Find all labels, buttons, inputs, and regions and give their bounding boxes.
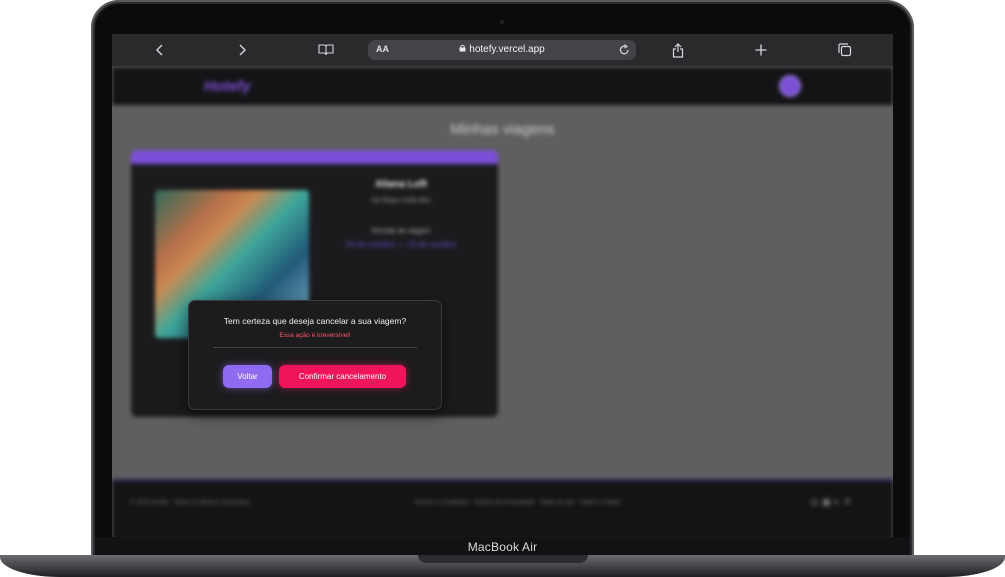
bookmarks-icon[interactable] xyxy=(316,40,336,60)
dialog-divider xyxy=(213,347,417,348)
confirm-cancel-button[interactable]: Confirmar cancelamento xyxy=(279,365,406,388)
hotel-name: Aliana Loft xyxy=(375,179,427,190)
reload-icon[interactable] xyxy=(619,43,630,61)
browser-toolbar: AA hotefy.vercel.app xyxy=(112,34,893,67)
period-dates: 16 de outubro — 19 de outubro xyxy=(345,240,457,249)
cancel-confirmation-dialog: Tem certeza que deseja cancelar a sua vi… xyxy=(188,300,442,410)
footer-copyright: © 2025 Hotefy · Todos os direitos reserv… xyxy=(130,500,251,506)
share-icon[interactable] xyxy=(668,40,688,60)
back-icon[interactable] xyxy=(150,40,170,60)
site-logo[interactable]: Hotefy xyxy=(204,78,251,95)
model-label: MacBook Air xyxy=(467,540,538,554)
forward-icon[interactable] xyxy=(232,40,252,60)
lock-icon xyxy=(459,44,466,55)
camera-icon xyxy=(500,20,504,24)
hotel-location: Sal Ótayyu Cidão Blos xyxy=(370,198,432,204)
dialog-warning: Essa ação é irreversível! xyxy=(279,332,351,339)
dialog-question: Tem certeza que deseja cancelar a sua vi… xyxy=(223,316,407,326)
back-button[interactable]: Voltar xyxy=(223,365,272,388)
new-tab-icon[interactable] xyxy=(751,40,771,60)
period-label: Período de viagem xyxy=(371,228,431,235)
tabs-icon[interactable] xyxy=(835,40,855,60)
site-header: Hotefy xyxy=(112,67,893,105)
footer-links[interactable]: Termos e Condições · Política de Privaci… xyxy=(414,500,620,506)
site-footer: © 2025 Hotefy · Todos os direitos reserv… xyxy=(112,479,893,537)
browser-window: AA hotefy.vercel.app Hotefy Minhas viage… xyxy=(112,34,893,537)
page-title: Minhas viagens xyxy=(450,121,555,138)
address-bar[interactable]: AA hotefy.vercel.app xyxy=(368,40,636,60)
social-icons[interactable]: ◎▣◐✕ xyxy=(810,497,855,508)
trip-card-accent xyxy=(131,150,498,164)
laptop-notch xyxy=(418,555,588,563)
web-page: Hotefy Minhas viagens Aliana Loft Sal Ót… xyxy=(112,67,893,537)
url-text: hotefy.vercel.app xyxy=(469,44,545,55)
avatar[interactable] xyxy=(779,75,801,97)
